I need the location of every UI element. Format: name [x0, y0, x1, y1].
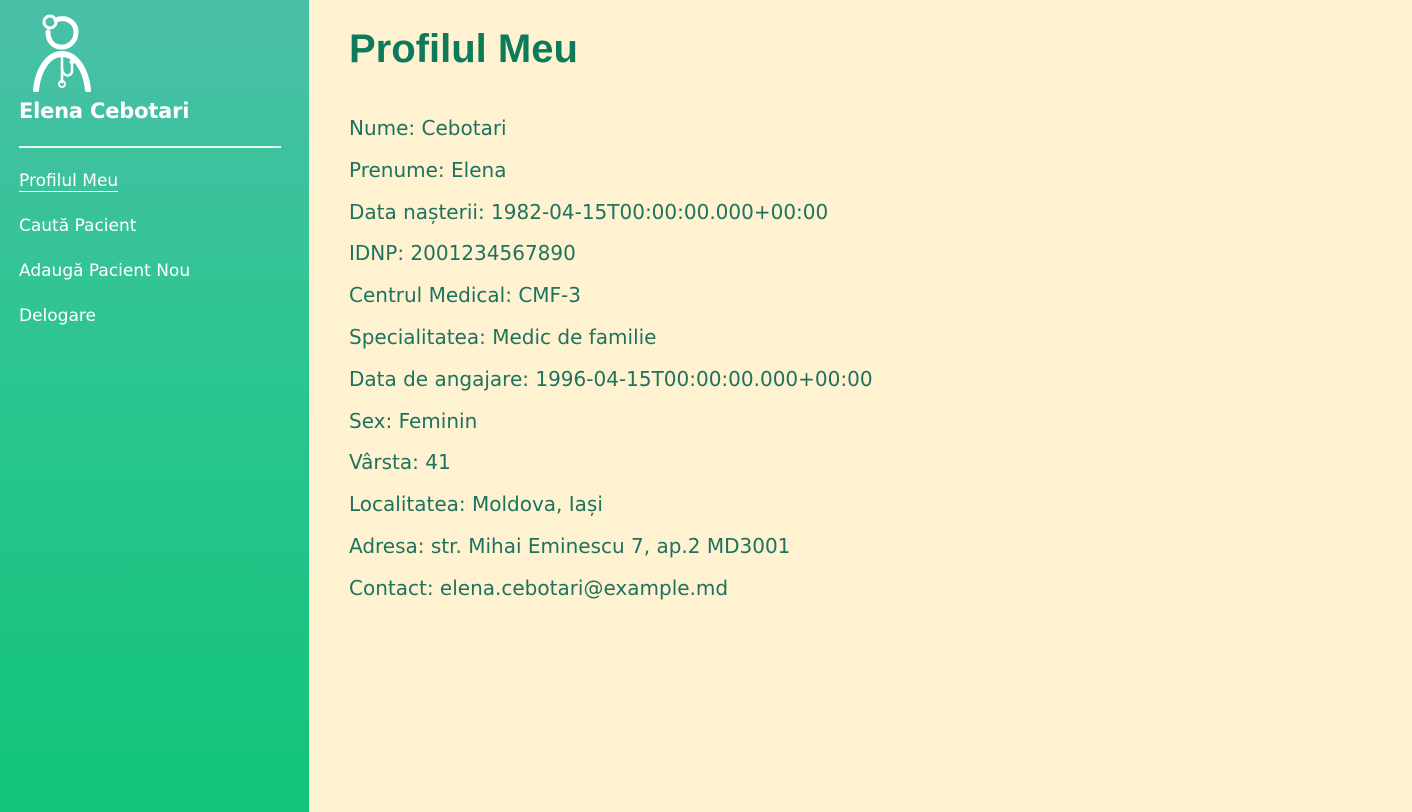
nav-item-adauga-pacient-nou[interactable]: Adaugă Pacient Nou: [19, 260, 190, 282]
sidebar-nav: Profilul Meu Caută Pacient Adaugă Pacien…: [19, 171, 290, 327]
field-idnp: IDNP: 2001234567890: [349, 241, 576, 266]
user-name: Elena Cebotari: [19, 99, 190, 123]
page-title: Profilul Meu: [349, 27, 578, 71]
main-content: Profilul Meu Nume: Cebotari Prenume: Ele…: [309, 0, 1412, 812]
field-specialitatea: Specialitatea: Medic de familie: [349, 324, 657, 349]
field-adresa: Adresa: str. Mihai Eminescu 7, ap.2 MD30…: [349, 533, 791, 558]
doctor-stethoscope-icon: [33, 14, 91, 92]
field-sex: Sex: Feminin: [349, 408, 478, 433]
field-prenume: Prenume: Elena: [349, 157, 507, 182]
sidebar: Elena Cebotari Profilul Meu Caută Pacien…: [0, 0, 309, 812]
field-data-de-angajare: Data de angajare: 1996-04-15T00:00:00.00…: [349, 366, 873, 391]
profile-fields: Nume: Cebotari Prenume: Elena Data naște…: [349, 116, 1372, 600]
field-contact: Contact: elena.cebotari@example.md: [349, 575, 729, 600]
nav-item-delogare[interactable]: Delogare: [19, 305, 96, 327]
field-centrul-medical: Centrul Medical: CMF-3: [349, 283, 581, 308]
field-localitatea: Localitatea: Moldova, Iași: [349, 492, 603, 517]
sidebar-divider: [19, 146, 281, 148]
field-varsta: Vârsta: 41: [349, 450, 451, 475]
nav-item-profilul-meu[interactable]: Profilul Meu: [19, 171, 119, 192]
nav-item-cauta-pacient[interactable]: Caută Pacient: [19, 215, 136, 237]
field-data-nasterii: Data nașterii: 1982-04-15T00:00:00.000+0…: [349, 199, 829, 224]
field-nume: Nume: Cebotari: [349, 116, 507, 140]
